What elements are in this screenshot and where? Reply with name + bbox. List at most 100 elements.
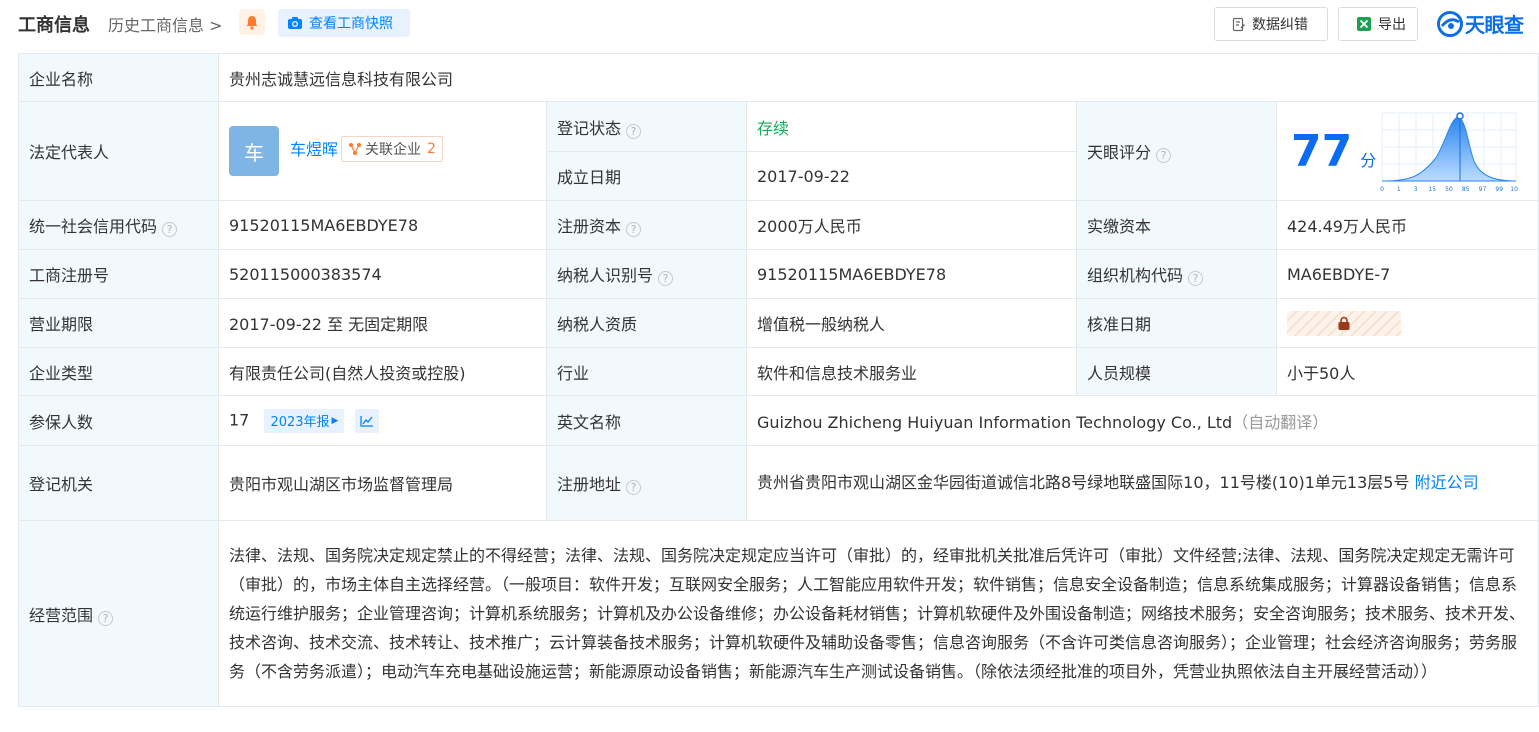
trend-icon[interactable] (354, 408, 379, 433)
legal-rep-name[interactable]: 车煜晖 (290, 136, 338, 160)
auto-translate-note: （自动翻译） (1232, 412, 1329, 432)
reg-capital-label: 注册资本 (557, 217, 622, 236)
score-cell[interactable]: 77 分 0 1 3 15 50 85 97 99 100 (1275, 101, 1539, 201)
credit-code-label-cell: 统一社会信用代码? (18, 200, 219, 250)
term: 2017-09-22 至 无固定期限 (218, 298, 547, 348)
history-link[interactable]: 历史工商信息 > (108, 12, 223, 36)
status-badge: 存续 (757, 118, 790, 138)
insured-cell: 17 2023年报 ▶ (218, 395, 547, 446)
scope-label-cell: 经营范围? (18, 520, 219, 707)
x-tick-label: 15 (1428, 186, 1436, 193)
org-code: MA6EBDYE-7 (1275, 249, 1539, 299)
nearby-companies-link[interactable]: 附近公司 (1415, 473, 1479, 492)
score-value: 77 (1291, 125, 1353, 177)
chevron-right-icon: > (204, 16, 223, 35)
table-row: 经营范围? 法律、法规、国务院决定规定禁止的不得经营；法律、法规、国务院决定规定… (18, 520, 1539, 707)
industry-label: 行业 (546, 347, 747, 396)
address-label-cell: 注册地址? (546, 445, 747, 521)
camera-icon (288, 17, 302, 29)
table-row: 登记机关 贵阳市观山湖区市场监督管理局 注册地址? 贵州省贵阳市观山湖区金华园街… (18, 445, 1539, 521)
taxpayer-id-label: 纳税人识别号 (557, 266, 654, 285)
logo-icon (1437, 10, 1463, 37)
snapshot-button-label: 查看工商快照 (309, 16, 393, 32)
address-cell: 贵州省贵阳市观山湖区金华园街道诚信北路8号绿地联盛国际10，11号楼(10)1单… (745, 445, 1539, 521)
reg-capital: 2000万人民币 (746, 200, 1077, 250)
industry: 软件和信息技术服务业 (746, 347, 1077, 396)
company-name-label: 企业名称 (18, 53, 219, 102)
excel-icon (1357, 17, 1371, 31)
taxpayer-qual-label: 纳税人资质 (546, 298, 747, 348)
snapshot-button[interactable]: 查看工商快照 (278, 9, 410, 37)
help-icon[interactable]: ? (626, 123, 642, 139)
business-scope: 法律、法规、国务院决定规定禁止的不得经营；法律、法规、国务院决定规定应当许可（审… (217, 520, 1539, 707)
authority: 贵阳市观山湖区市场监督管理局 (218, 445, 547, 521)
page-header: 工商信息 历史工商信息 > 查看工商快照 数据纠错 导出 天眼查 (0, 0, 1539, 48)
staff-size: 小于50人 (1275, 347, 1539, 396)
score-label: 天眼评分 (1087, 143, 1152, 162)
org-code-label-cell: 组织机构代码? (1076, 249, 1277, 299)
score-unit: 分 (1360, 151, 1377, 170)
help-icon[interactable]: ? (162, 222, 178, 237)
reg-no-label: 工商注册号 (18, 249, 219, 299)
avatar[interactable]: 车 (229, 126, 279, 176)
bell-icon[interactable] (239, 9, 265, 35)
report-year-label: 2023年报 (270, 415, 330, 430)
score-label-cell: 天眼评分? (1076, 101, 1277, 201)
lock-icon (1338, 316, 1350, 330)
help-icon[interactable]: ? (658, 271, 674, 286)
insured-label: 参保人数 (18, 395, 219, 446)
table-row: 法定代表人 车 车煜晖 关联企业 2 登记状态? 存续 天眼评分? 77 分 0… (18, 101, 1539, 201)
network-icon (349, 143, 362, 155)
related-count: 2 (427, 141, 436, 157)
business-info-table: 企业名称 贵州志诚慧远信息科技有限公司 法定代表人 车 车煜晖 关联企业 2 登… (18, 53, 1539, 707)
table-row: 统一社会信用代码? 91520115MA6EBDYE78 注册资本? 2000万… (18, 200, 1539, 250)
table-row: 参保人数 17 2023年报 ▶ 英文名称 Guizhou Zhicheng Hu… (18, 395, 1539, 446)
english-name: Guizhou Zhicheng Huiyuan Information Tec… (757, 412, 1233, 432)
address: 贵州省贵阳市观山湖区金华园街道诚信北路8号绿地联盛国际10，11号楼(10)1单… (757, 473, 1410, 492)
insured-count: 17 (229, 410, 250, 429)
help-icon[interactable]: ? (1156, 148, 1172, 163)
table-row: 企业名称 贵州志诚慧远信息科技有限公司 (18, 53, 1539, 102)
term-label: 营业期限 (18, 298, 219, 348)
related-companies-tag[interactable]: 关联企业 2 (341, 136, 443, 162)
data-correction-button[interactable]: 数据纠错 (1214, 7, 1328, 41)
est-date: 2017-09-22 (746, 151, 1077, 201)
caret-right-icon: ▶ (331, 415, 339, 426)
paid-capital: 424.49万人民币 (1275, 200, 1539, 250)
score-marker (1456, 112, 1464, 120)
taxpayer-id: 91520115MA6EBDYE78 (746, 249, 1077, 299)
help-icon[interactable]: ? (626, 222, 642, 237)
export-button[interactable]: 导出 (1338, 7, 1418, 41)
company-name: 贵州志诚慧远信息科技有限公司 (217, 53, 1539, 102)
x-tick-label: 0 (1380, 186, 1384, 193)
edit-doc-icon (1232, 17, 1246, 31)
reg-capital-label-cell: 注册资本? (546, 200, 747, 250)
logo-text: 天眼查 (1465, 13, 1524, 37)
table-row: 营业期限 2017-09-22 至 无固定期限 纳税人资质 增值税一般纳税人 核… (18, 298, 1539, 348)
x-tick-label: 99 (1495, 186, 1503, 193)
locked-value[interactable] (1287, 310, 1401, 336)
x-tick-label: 97 (1479, 186, 1487, 193)
table-row: 工商注册号 520115000383574 纳税人识别号? 91520115MA… (18, 249, 1539, 299)
help-icon[interactable]: ? (1188, 271, 1204, 286)
help-icon[interactable]: ? (626, 480, 642, 495)
scope-label: 经营范围 (29, 605, 94, 625)
reg-no: 520115000383574 (218, 249, 547, 299)
taxpayer-qual: 增值税一般纳税人 (746, 298, 1077, 348)
tianyancha-logo[interactable]: 天眼查 (1437, 9, 1524, 38)
taxpayer-id-label-cell: 纳税人识别号? (546, 249, 747, 299)
org-code-label: 组织机构代码 (1087, 266, 1184, 285)
legal-rep-cell: 车 车煜晖 关联企业 2 (218, 101, 547, 201)
x-tick-label: 85 (1462, 186, 1470, 193)
status-label-cell: 登记状态? (546, 101, 747, 152)
section-title: 工商信息 (18, 15, 90, 36)
status-cell: 存续 (746, 101, 1077, 152)
related-label: 关联企业 (365, 142, 422, 158)
authority-label: 登记机关 (18, 445, 219, 521)
history-link-label[interactable]: 历史工商信息 (108, 16, 204, 35)
est-date-label: 成立日期 (546, 151, 747, 201)
x-tick-label: 3 (1414, 186, 1418, 193)
help-icon[interactable]: ? (98, 610, 114, 626)
credit-code: 91520115MA6EBDYE78 (218, 200, 547, 250)
report-year-tag[interactable]: 2023年报 ▶ (264, 408, 345, 433)
